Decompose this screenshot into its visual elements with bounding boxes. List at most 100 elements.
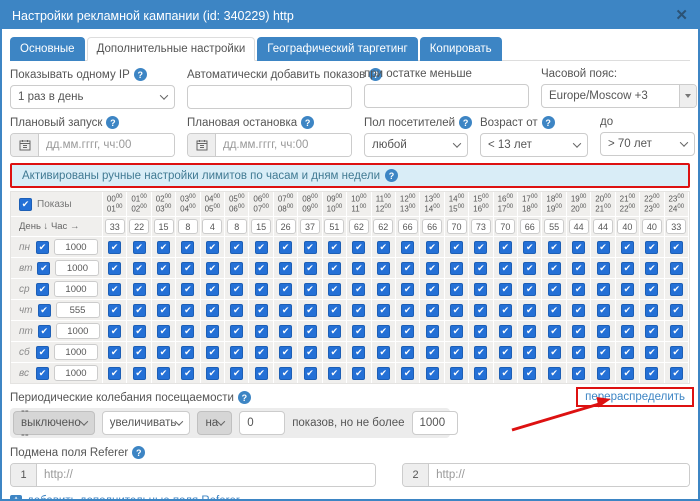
hour-checkbox[interactable]: ✔ bbox=[279, 346, 292, 359]
hour-checkbox[interactable]: ✔ bbox=[328, 262, 341, 275]
hour-limit-input[interactable] bbox=[227, 219, 247, 234]
planned-start-input[interactable] bbox=[39, 134, 174, 156]
hour-checkbox[interactable]: ✔ bbox=[133, 304, 146, 317]
hour-checkbox[interactable]: ✔ bbox=[670, 346, 683, 359]
select-dropdown-button[interactable] bbox=[679, 85, 696, 107]
hour-checkbox[interactable]: ✔ bbox=[401, 325, 414, 338]
day-limit-input[interactable] bbox=[56, 323, 100, 339]
hour-checkbox[interactable]: ✔ bbox=[548, 346, 561, 359]
hour-checkbox[interactable]: ✔ bbox=[181, 325, 194, 338]
hour-checkbox[interactable]: ✔ bbox=[304, 346, 317, 359]
hour-checkbox[interactable]: ✔ bbox=[670, 325, 683, 338]
tab-geo-targeting[interactable]: Географический таргетинг bbox=[257, 37, 417, 61]
hour-checkbox[interactable]: ✔ bbox=[279, 304, 292, 317]
referer-input-1[interactable] bbox=[37, 464, 375, 486]
hour-limit-input[interactable] bbox=[495, 219, 515, 234]
hour-checkbox[interactable]: ✔ bbox=[450, 304, 463, 317]
hour-checkbox[interactable]: ✔ bbox=[377, 262, 390, 275]
age-from-select[interactable]: < 13 лет bbox=[480, 133, 588, 157]
hour-checkbox[interactable]: ✔ bbox=[645, 262, 658, 275]
hour-checkbox[interactable]: ✔ bbox=[206, 367, 219, 380]
hour-checkbox[interactable]: ✔ bbox=[572, 346, 585, 359]
hour-checkbox[interactable]: ✔ bbox=[328, 241, 341, 254]
hour-checkbox[interactable]: ✔ bbox=[645, 241, 658, 254]
periodic-amount-input[interactable] bbox=[239, 411, 285, 435]
hour-checkbox[interactable]: ✔ bbox=[230, 283, 243, 296]
hour-checkbox[interactable]: ✔ bbox=[108, 346, 121, 359]
hour-checkbox[interactable]: ✔ bbox=[108, 325, 121, 338]
hour-checkbox[interactable]: ✔ bbox=[181, 241, 194, 254]
hour-checkbox[interactable]: ✔ bbox=[157, 241, 170, 254]
hour-checkbox[interactable]: ✔ bbox=[523, 325, 536, 338]
calendar-icon[interactable] bbox=[188, 134, 216, 156]
shows-checkbox[interactable]: ✔ bbox=[19, 198, 32, 211]
tab-copy[interactable]: Копировать bbox=[420, 37, 502, 61]
hour-limit-input[interactable] bbox=[276, 219, 296, 234]
day-limit-input[interactable] bbox=[56, 302, 100, 318]
close-icon[interactable]: ✕ bbox=[675, 8, 688, 23]
timezone-select[interactable]: Europe/Moscow +3 bbox=[541, 84, 697, 108]
day-checkbox[interactable]: ✔ bbox=[36, 241, 49, 254]
hour-checkbox[interactable]: ✔ bbox=[304, 325, 317, 338]
hour-checkbox[interactable]: ✔ bbox=[157, 325, 170, 338]
help-icon[interactable]: ? bbox=[238, 391, 251, 404]
hour-checkbox[interactable]: ✔ bbox=[181, 346, 194, 359]
hour-checkbox[interactable]: ✔ bbox=[426, 346, 439, 359]
hour-checkbox[interactable]: ✔ bbox=[328, 367, 341, 380]
hour-checkbox[interactable]: ✔ bbox=[255, 367, 268, 380]
hour-checkbox[interactable]: ✔ bbox=[108, 241, 121, 254]
hour-checkbox[interactable]: ✔ bbox=[401, 262, 414, 275]
hour-checkbox[interactable]: ✔ bbox=[499, 346, 512, 359]
hour-checkbox[interactable]: ✔ bbox=[206, 241, 219, 254]
day-checkbox[interactable]: ✔ bbox=[36, 346, 49, 359]
hour-checkbox[interactable]: ✔ bbox=[377, 346, 390, 359]
hour-checkbox[interactable]: ✔ bbox=[426, 367, 439, 380]
hour-checkbox[interactable]: ✔ bbox=[621, 346, 634, 359]
help-icon[interactable]: ? bbox=[132, 446, 145, 459]
periodic-mode-select[interactable]: -- выключено -- bbox=[13, 411, 95, 435]
hour-checkbox[interactable]: ✔ bbox=[328, 283, 341, 296]
hour-checkbox[interactable]: ✔ bbox=[523, 367, 536, 380]
hour-limit-input[interactable] bbox=[569, 219, 589, 234]
remainder-input[interactable] bbox=[364, 84, 529, 108]
hour-checkbox[interactable]: ✔ bbox=[670, 262, 683, 275]
day-limit-input[interactable] bbox=[54, 239, 98, 255]
hour-checkbox[interactable]: ✔ bbox=[352, 262, 365, 275]
hour-checkbox[interactable]: ✔ bbox=[548, 304, 561, 317]
hour-checkbox[interactable]: ✔ bbox=[474, 367, 487, 380]
day-limit-input[interactable] bbox=[54, 365, 98, 381]
hour-checkbox[interactable]: ✔ bbox=[597, 325, 610, 338]
hour-checkbox[interactable]: ✔ bbox=[206, 346, 219, 359]
hour-checkbox[interactable]: ✔ bbox=[181, 304, 194, 317]
hour-checkbox[interactable]: ✔ bbox=[328, 304, 341, 317]
hour-limit-input[interactable] bbox=[324, 219, 344, 234]
hour-checkbox[interactable]: ✔ bbox=[304, 262, 317, 275]
hour-checkbox[interactable]: ✔ bbox=[230, 304, 243, 317]
hour-checkbox[interactable]: ✔ bbox=[523, 241, 536, 254]
hour-checkbox[interactable]: ✔ bbox=[108, 262, 121, 275]
hour-checkbox[interactable]: ✔ bbox=[499, 304, 512, 317]
hour-checkbox[interactable]: ✔ bbox=[157, 262, 170, 275]
hour-checkbox[interactable]: ✔ bbox=[499, 283, 512, 296]
hour-checkbox[interactable]: ✔ bbox=[670, 304, 683, 317]
day-limit-input[interactable] bbox=[55, 260, 99, 276]
hour-checkbox[interactable]: ✔ bbox=[304, 367, 317, 380]
hour-checkbox[interactable]: ✔ bbox=[499, 241, 512, 254]
hour-limit-input[interactable] bbox=[593, 219, 613, 234]
hour-checkbox[interactable]: ✔ bbox=[572, 283, 585, 296]
hour-checkbox[interactable]: ✔ bbox=[548, 262, 561, 275]
hour-checkbox[interactable]: ✔ bbox=[206, 262, 219, 275]
help-icon[interactable]: ? bbox=[459, 116, 472, 129]
hour-limit-input[interactable] bbox=[178, 219, 198, 234]
hour-checkbox[interactable]: ✔ bbox=[474, 325, 487, 338]
hour-limit-input[interactable] bbox=[105, 219, 125, 234]
hour-checkbox[interactable]: ✔ bbox=[548, 325, 561, 338]
hour-checkbox[interactable]: ✔ bbox=[450, 283, 463, 296]
hour-checkbox[interactable]: ✔ bbox=[279, 241, 292, 254]
hour-checkbox[interactable]: ✔ bbox=[645, 325, 658, 338]
hour-checkbox[interactable]: ✔ bbox=[621, 283, 634, 296]
hour-checkbox[interactable]: ✔ bbox=[206, 304, 219, 317]
hour-checkbox[interactable]: ✔ bbox=[304, 304, 317, 317]
hour-checkbox[interactable]: ✔ bbox=[474, 346, 487, 359]
hour-checkbox[interactable]: ✔ bbox=[450, 325, 463, 338]
